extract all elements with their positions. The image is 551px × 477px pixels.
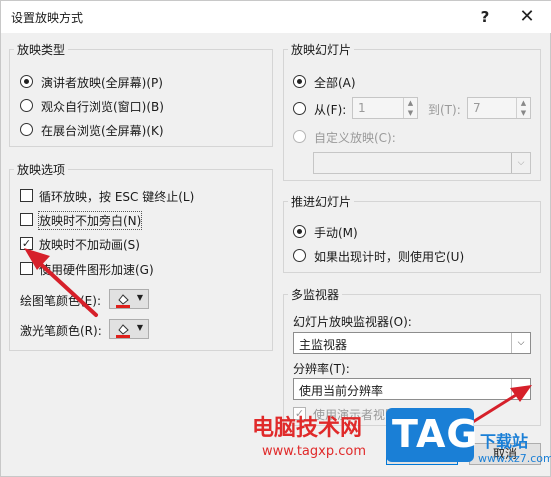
radio-individual[interactable]	[20, 99, 33, 112]
radio-all-slides-label[interactable]: 全部(A)	[314, 74, 356, 91]
radio-timings-label[interactable]: 如果出现计时，则使用它(U)	[314, 248, 464, 265]
hw-accel-checkbox[interactable]	[20, 262, 33, 275]
radio-individual-label[interactable]: 观众自行浏览(窗口)(B)	[41, 98, 164, 115]
pen-color-label: 绘图笔颜色(E):	[20, 294, 101, 308]
laser-color-button[interactable]: ▼	[109, 319, 149, 339]
chevron-down-icon: ⌵	[511, 153, 530, 173]
watermark-tag-text: TAG	[392, 412, 479, 456]
close-button[interactable]: ✕	[515, 5, 539, 29]
chevron-down-icon: ⌵	[511, 379, 530, 399]
spin-up-icon[interactable]: ▲	[517, 98, 530, 108]
paint-bucket-icon	[116, 324, 130, 338]
monitor-value: 主监视器	[299, 338, 348, 352]
spin-down-icon[interactable]: ▼	[404, 108, 417, 118]
custom-show-select[interactable]: ⌵	[313, 152, 531, 174]
to-spinner[interactable]: 7 ▲ ▼	[467, 97, 531, 119]
advance-label: 推进幻灯片	[288, 193, 355, 210]
pen-color-caret-icon: ▼	[136, 293, 143, 302]
no-animation-label[interactable]: 放映时不加动画(S)	[39, 236, 140, 253]
dialog-title: 设置放映方式	[11, 11, 84, 25]
spin-down-icon[interactable]: ▼	[517, 108, 530, 118]
no-narration-label[interactable]: 放映时不加旁白(N)	[37, 211, 143, 230]
radio-presenter[interactable]	[20, 75, 33, 88]
watermark-site-url: www.tagxp.com	[262, 444, 366, 459]
laser-color-label: 激光笔颜色(R):	[20, 324, 102, 338]
no-animation-checkbox[interactable]: ✓	[20, 237, 33, 250]
no-narration-checkbox[interactable]	[20, 213, 33, 226]
loop-checkbox[interactable]	[20, 189, 33, 202]
title-bar: 设置放映方式 ? ✕	[1, 1, 551, 33]
monitor-select-label: 幻灯片放映监视器(O):	[293, 315, 412, 329]
radio-timings[interactable]	[293, 249, 306, 262]
settings-dialog: 设置放映方式 ? ✕ 放映类型 演讲者放映(全屏幕)(P) 观众自行浏览(窗口)…	[0, 0, 551, 477]
watermark-tag-logo: TAG	[386, 408, 478, 462]
watermark-brand: 下载站	[480, 432, 529, 451]
resolution-select[interactable]: 使用当前分辨率 ⌵	[293, 378, 531, 400]
watermark-site-name: 电脑技术网	[252, 416, 363, 441]
resolution-label: 分辨率(T):	[293, 362, 350, 376]
slides-label: 放映幻灯片	[288, 41, 355, 58]
radio-manual-label[interactable]: 手动(M)	[314, 224, 358, 241]
chevron-down-icon: ⌵	[511, 333, 530, 353]
radio-kiosk-label[interactable]: 在展台浏览(全屏幕)(K)	[41, 122, 164, 139]
monitor-select[interactable]: 主监视器 ⌵	[293, 332, 531, 354]
radio-custom-show[interactable]	[293, 130, 306, 143]
show-options-label: 放映选项	[14, 161, 69, 178]
watermark-brand-url: www.xz7.com	[478, 452, 551, 465]
radio-all-slides[interactable]	[293, 75, 306, 88]
radio-from-label[interactable]: 从(F):	[314, 101, 346, 118]
pen-color-button[interactable]: ▼	[109, 289, 149, 309]
from-value: 1	[358, 101, 366, 115]
radio-manual[interactable]	[293, 225, 306, 238]
laser-color-caret-icon: ▼	[136, 323, 143, 332]
monitors-label: 多监视器	[288, 286, 343, 303]
custom-show-label: 自定义放映(C):	[314, 131, 396, 145]
radio-kiosk[interactable]	[20, 123, 33, 136]
radio-presenter-label[interactable]: 演讲者放映(全屏幕)(P)	[41, 74, 163, 91]
hw-accel-label[interactable]: 使用硬件图形加速(G)	[39, 261, 154, 278]
loop-label[interactable]: 循环放映，按 ESC 键终止(L)	[39, 188, 194, 205]
paint-bucket-icon	[116, 294, 130, 308]
help-button[interactable]: ?	[473, 5, 497, 29]
spin-up-icon[interactable]: ▲	[404, 98, 417, 108]
to-value: 7	[473, 101, 481, 115]
watermark: 电脑技术网 www.tagxp.com TAG 下载站 www.xz7.com	[252, 408, 551, 477]
resolution-value: 使用当前分辨率	[299, 384, 384, 398]
to-label: 到(T):	[428, 103, 461, 117]
radio-from[interactable]	[293, 102, 306, 115]
show-type-label: 放映类型	[14, 41, 69, 58]
from-spinner[interactable]: 1 ▲ ▼	[352, 97, 418, 119]
